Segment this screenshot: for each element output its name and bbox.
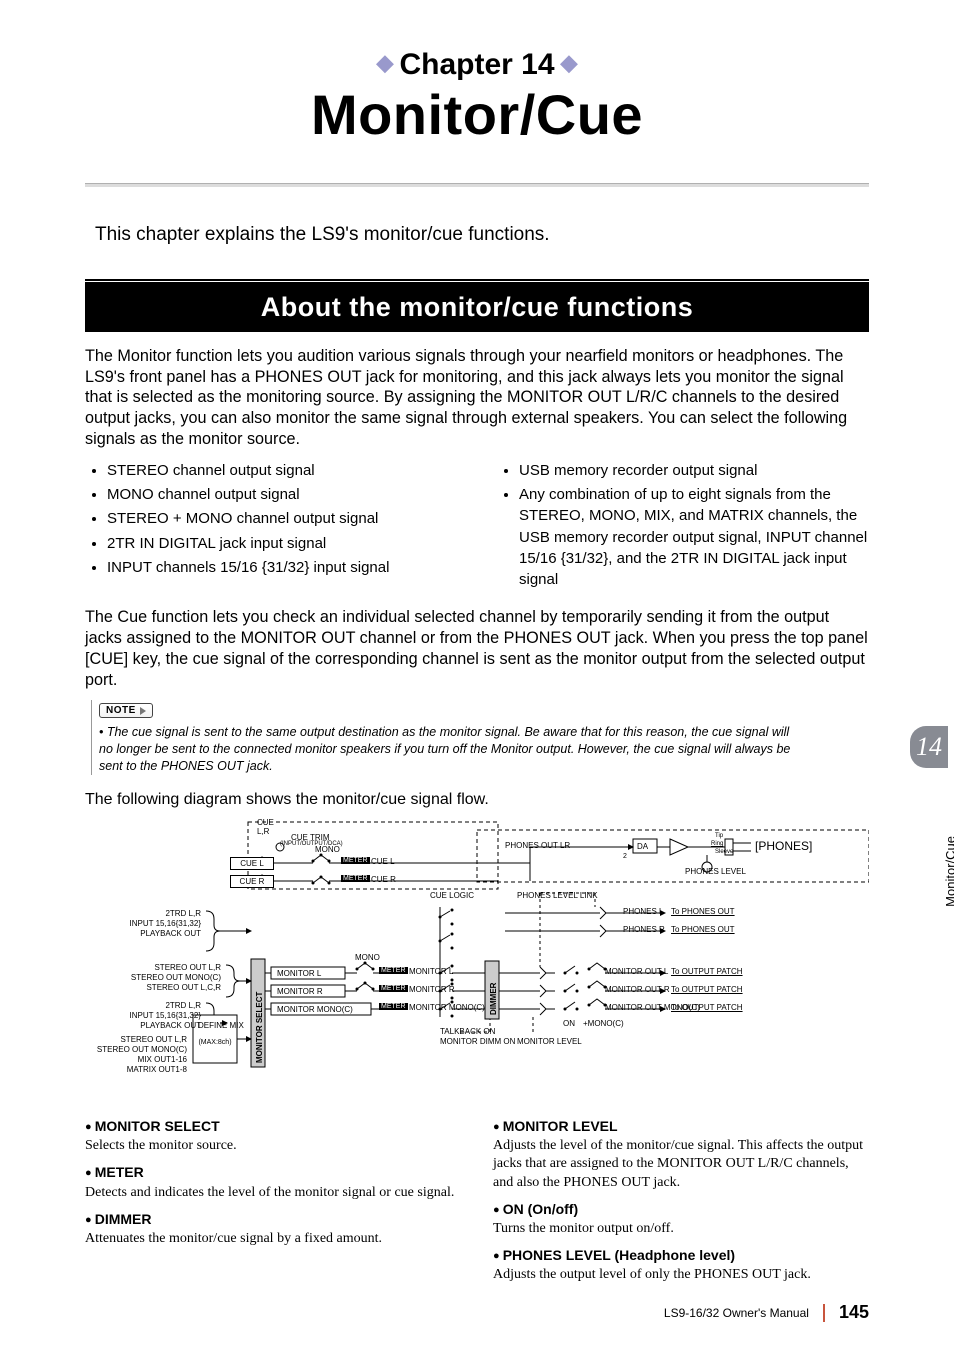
bullet-columns: STEREO channel output signal MONO channe… bbox=[85, 460, 869, 594]
gloss-head: DIMMER bbox=[85, 1210, 461, 1228]
bullet-item: 2TR IN DIGITAL jack input signal bbox=[107, 533, 457, 554]
signal-flow-diagram: CUE L,R CUE TRIM (INPUT/OUTPUT/DCA) CUE … bbox=[85, 817, 869, 1087]
title-underline bbox=[85, 183, 869, 192]
bullet-item: STEREO channel output signal bbox=[107, 460, 457, 481]
bullet-item: USB memory recorder output signal bbox=[519, 460, 869, 481]
body-para-1: The Monitor function lets you audition v… bbox=[85, 346, 869, 450]
footer-page-number: 145 bbox=[839, 1302, 869, 1323]
note-tag: NOTE bbox=[99, 703, 153, 718]
bullet-item: STEREO + MONO channel output signal bbox=[107, 508, 457, 529]
chapter-intro: This chapter explains the LS9's monitor/… bbox=[85, 224, 869, 246]
note-block: NOTE • The cue signal is sent to the sam… bbox=[87, 700, 869, 775]
gloss-head: METER bbox=[85, 1163, 461, 1181]
section-heading: About the monitor/cue functions bbox=[85, 282, 869, 332]
chapter-number: Chapter 14 bbox=[399, 48, 554, 81]
footer-separator bbox=[823, 1304, 825, 1322]
gloss-body: Adjusts the output level of only the PHO… bbox=[493, 1266, 869, 1284]
gloss-body: Selects the monitor source. bbox=[85, 1137, 461, 1155]
page-footer: LS9-16/32 Owner's Manual 145 bbox=[0, 1302, 869, 1323]
diamond-icon: ◆ bbox=[561, 50, 578, 75]
chapter-side-tab: 14 bbox=[910, 726, 948, 768]
diagram-caption: The following diagram shows the monitor/… bbox=[85, 791, 869, 809]
gloss-head: MONITOR LEVEL bbox=[493, 1117, 869, 1135]
chapter-prefix: ◆Chapter 14◆ bbox=[85, 48, 869, 82]
gloss-head: PHONES LEVEL (Headphone level) bbox=[493, 1246, 869, 1264]
footer-manual-name: LS9-16/32 Owner's Manual bbox=[664, 1306, 809, 1320]
gloss-body: Adjusts the level of the monitor/cue sig… bbox=[493, 1137, 869, 1192]
diamond-icon: ◆ bbox=[377, 50, 394, 75]
body-para-2: The Cue function lets you check an indiv… bbox=[85, 607, 869, 690]
page-title: Monitor/Cue bbox=[85, 82, 869, 147]
bullet-item: INPUT channels 15/16 {31/32} input signa… bbox=[107, 557, 457, 578]
bullet-item: Any combination of up to eight signals f… bbox=[519, 484, 869, 590]
gloss-body: Detects and indicates the level of the m… bbox=[85, 1184, 461, 1202]
gloss-body: Attenuates the monitor/cue signal by a f… bbox=[85, 1230, 461, 1248]
note-text: • The cue signal is sent to the same out… bbox=[99, 724, 799, 775]
chapter-side-label: Monitor/Cue bbox=[943, 836, 954, 907]
glossary-columns: MONITOR SELECT Selects the monitor sourc… bbox=[85, 1109, 869, 1285]
bullet-item: MONO channel output signal bbox=[107, 484, 457, 505]
gloss-body: Turns the monitor output on/off. bbox=[493, 1220, 869, 1238]
gloss-head: ON (On/off) bbox=[493, 1200, 869, 1218]
gloss-head: MONITOR SELECT bbox=[85, 1117, 461, 1135]
